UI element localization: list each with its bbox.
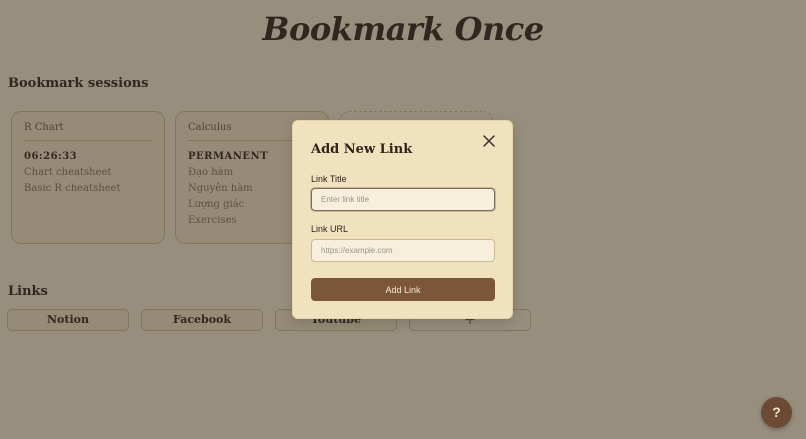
add-link-modal: Add New Link Link Title Link URL Add Lin…	[292, 120, 513, 319]
close-button[interactable]	[480, 132, 498, 150]
link-url-input[interactable]	[311, 239, 495, 262]
add-link-submit-button[interactable]: Add Link	[311, 278, 495, 301]
close-icon	[483, 135, 495, 147]
link-title-label: Link Title	[311, 174, 347, 184]
link-title-input[interactable]	[311, 188, 495, 211]
help-button[interactable]: ?	[761, 397, 792, 428]
modal-title: Add New Link	[311, 142, 413, 157]
link-url-label: Link URL	[311, 224, 349, 234]
